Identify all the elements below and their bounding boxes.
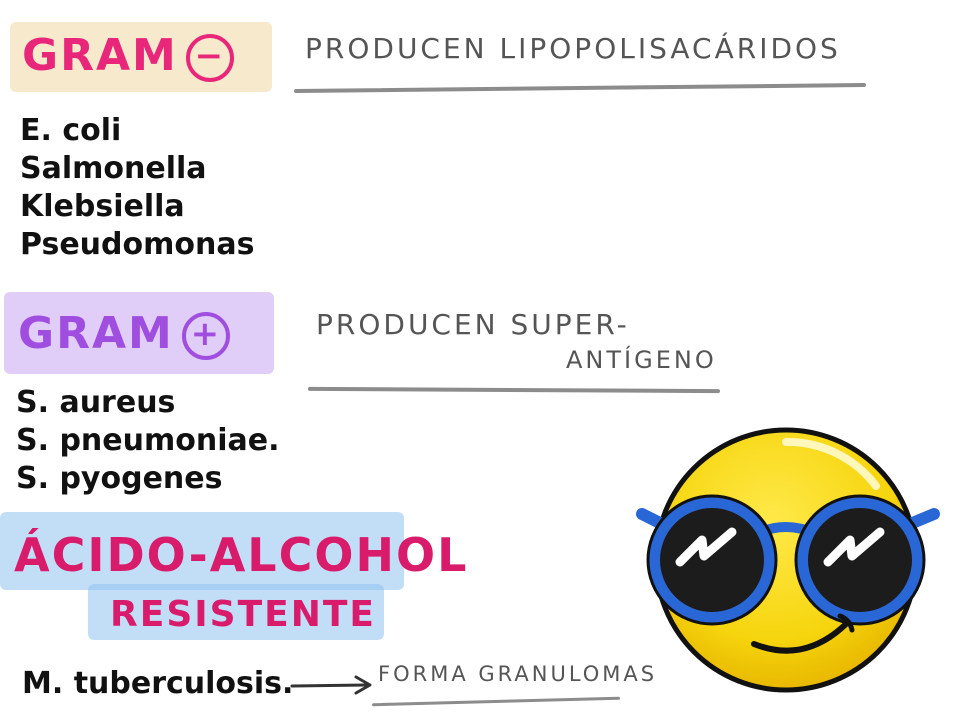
gram-negative-note: Producen lipopolisacáridos xyxy=(305,32,841,65)
acid-fast-title-line2: RESISTENTE xyxy=(110,594,376,635)
list-item: S. aureus xyxy=(16,385,176,420)
list-item: E. coli xyxy=(20,113,122,148)
arrow-right-icon xyxy=(290,675,372,695)
list-item: Salmonella xyxy=(20,151,207,186)
cool-smiley-emoji-icon xyxy=(636,427,940,693)
gram-negative-list: E. coli Salmonella Klebsiella Pseudomona… xyxy=(20,112,254,264)
right-lens xyxy=(796,496,924,624)
gram-positive-note-line2: antígeno xyxy=(566,346,717,374)
gram-negative-heading: GRAM − xyxy=(22,30,234,82)
list-item: S. pyogenes xyxy=(16,461,223,496)
gram-negative-underline xyxy=(293,83,867,93)
gram-positive-title: GRAM xyxy=(18,308,174,359)
list-item: Pseudomonas xyxy=(20,227,255,262)
plus-icon: + xyxy=(181,312,230,360)
acid-fast-note: Forma granulomas xyxy=(378,662,658,686)
left-lens xyxy=(648,496,776,624)
gram-positive-note-line1: Producen super- xyxy=(316,308,630,341)
list-item: S. pneumoniae. xyxy=(16,423,280,458)
gram-positive-list: S. aureus S. pneumoniae. S. pyogenes xyxy=(16,384,279,498)
acid-fast-underline xyxy=(372,696,620,707)
gram-negative-title: GRAM xyxy=(22,30,178,81)
acid-fast-title-line1: ÁCIDO-ALCOHOL xyxy=(14,528,469,582)
list-item: Klebsiella xyxy=(20,189,185,224)
gram-positive-heading: GRAM + xyxy=(18,308,230,360)
mtb-organism: M. tuberculosis. xyxy=(22,666,294,701)
gram-positive-underline xyxy=(307,386,721,394)
minus-icon: − xyxy=(185,34,234,82)
